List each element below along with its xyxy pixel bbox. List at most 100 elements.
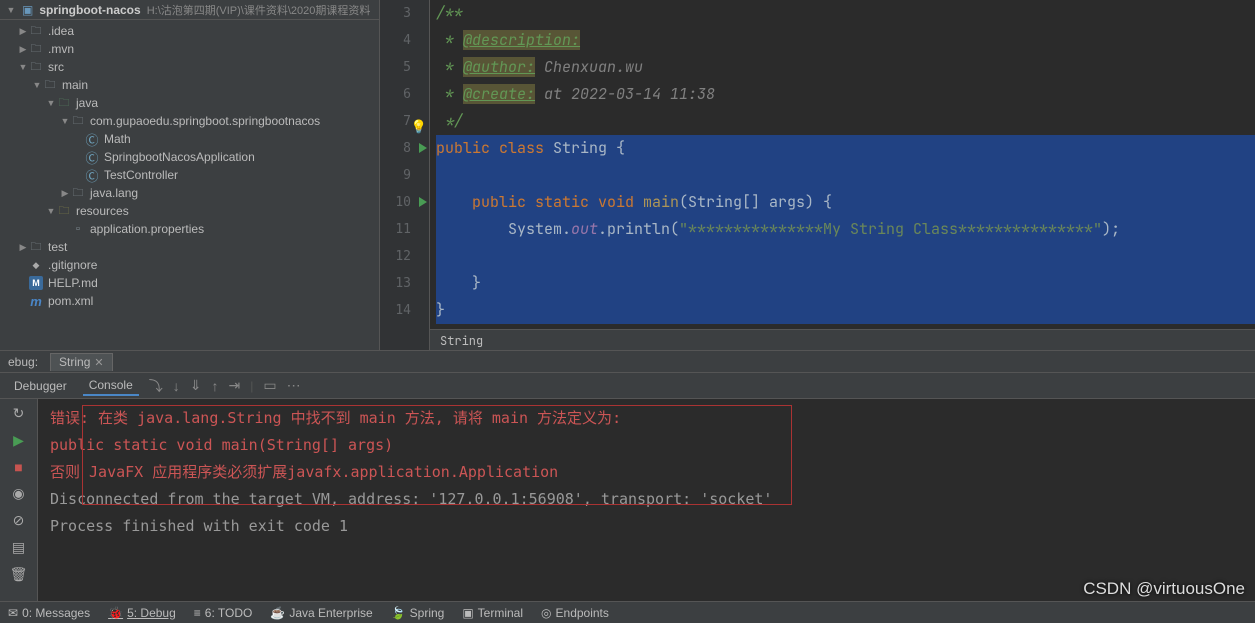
more-icon[interactable]: ⋯ bbox=[287, 377, 301, 394]
close-icon[interactable]: ✕ bbox=[94, 356, 103, 369]
system-prefix: System. bbox=[436, 219, 571, 239]
tree-item[interactable]: application.properties bbox=[0, 220, 379, 238]
step-out-icon[interactable]: ↑ bbox=[211, 378, 218, 394]
debugger-tab[interactable]: Debugger bbox=[8, 377, 73, 395]
folder-icon bbox=[28, 239, 44, 255]
line-number[interactable]: 14 bbox=[380, 297, 429, 324]
expand-arrow-icon[interactable]: ▶ bbox=[18, 242, 28, 253]
expand-arrow-icon[interactable]: ▼ bbox=[46, 206, 56, 216]
tree-item[interactable]: ▼src bbox=[0, 58, 379, 76]
tree-item[interactable]: ▶test bbox=[0, 238, 379, 256]
expand-arrow-icon[interactable]: ▼ bbox=[60, 116, 70, 126]
line-number[interactable]: 7💡 bbox=[380, 108, 429, 135]
class-icon bbox=[84, 149, 100, 165]
tree-item-label: SpringbootNacosApplication bbox=[104, 150, 255, 164]
resume-icon[interactable]: ▶ bbox=[13, 432, 24, 449]
err-line2: public static void main(String[] args) bbox=[50, 432, 1243, 459]
tree-item-label: Math bbox=[104, 132, 131, 146]
doc-create-tag: @create: bbox=[463, 84, 535, 104]
step-into-icon[interactable]: ↓ bbox=[173, 378, 180, 394]
err3d: javafx.application.Application bbox=[287, 463, 558, 481]
status-java-ee[interactable]: ☕ Java Enterprise bbox=[270, 606, 372, 620]
tree-item-label: .gitignore bbox=[48, 258, 97, 272]
layout-icon[interactable]: ▤ bbox=[12, 539, 25, 556]
project-root-arrow[interactable]: ▼ bbox=[6, 5, 16, 15]
status-terminal[interactable]: ▣ Terminal bbox=[462, 606, 523, 620]
debug-run-tab[interactable]: String ✕ bbox=[50, 353, 113, 371]
line-number[interactable]: 11 bbox=[380, 216, 429, 243]
tree-item[interactable]: ▼resources bbox=[0, 202, 379, 220]
project-header: ▼ ▣ springboot-nacos H:\沽泡第四期(VIP)\课件资料\… bbox=[0, 0, 379, 20]
tree-item[interactable]: Math bbox=[0, 130, 379, 148]
err3b: JavaFX bbox=[89, 463, 143, 481]
line-number[interactable]: 3 bbox=[380, 0, 429, 27]
tree-item[interactable]: .gitignore bbox=[0, 256, 379, 274]
code-editor[interactable]: /** * @description: * @author: Chenxuan.… bbox=[430, 0, 1255, 350]
tree-item[interactable]: ▼com.gupaoedu.springboot.springbootnacos bbox=[0, 112, 379, 130]
close-method: } bbox=[436, 273, 481, 293]
folder-icon bbox=[42, 77, 58, 93]
tree-item[interactable]: SpringbootNacosApplication bbox=[0, 148, 379, 166]
status-todo[interactable]: ≡ 6: TODO bbox=[194, 606, 253, 620]
debug-label: ebug: bbox=[8, 355, 38, 369]
line-number[interactable]: 4 bbox=[380, 27, 429, 54]
mute-breakpoints-icon[interactable]: ⊘ bbox=[13, 512, 25, 529]
expand-arrow-icon[interactable]: ▼ bbox=[18, 62, 28, 72]
kw-public-class: public class bbox=[436, 138, 553, 158]
project-tree[interactable]: ▶.idea▶.mvn▼src▼main▼java▼com.gupaoedu.s… bbox=[0, 20, 379, 350]
tree-item[interactable]: ▼java bbox=[0, 94, 379, 112]
tree-item-label: HELP.md bbox=[48, 276, 98, 290]
status-spring[interactable]: 🍃 Spring bbox=[391, 606, 445, 620]
rerun-icon[interactable]: ↻ bbox=[13, 405, 25, 422]
line-number[interactable]: 13 bbox=[380, 270, 429, 297]
trash-icon[interactable]: 🗑 bbox=[10, 566, 28, 583]
tree-item[interactable]: TestController bbox=[0, 166, 379, 184]
line-number[interactable]: 6 bbox=[380, 81, 429, 108]
tree-item[interactable]: ▶java.lang bbox=[0, 184, 379, 202]
line-number[interactable]: 5 bbox=[380, 54, 429, 81]
line-number[interactable]: 9 bbox=[380, 162, 429, 189]
view-breakpoints-icon[interactable]: ◉ bbox=[12, 485, 24, 502]
line-number[interactable]: 12 bbox=[380, 243, 429, 270]
tree-item[interactable]: HELP.md bbox=[0, 274, 379, 292]
line-number[interactable]: 10 bbox=[380, 189, 429, 216]
m-icon bbox=[28, 293, 44, 309]
status-bar: ✉ 0: Messages 🐞 5: Debug ≡ 6: TODO ☕ Jav… bbox=[0, 601, 1255, 623]
run-gutter-icon[interactable] bbox=[419, 197, 427, 207]
stop-icon[interactable]: ■ bbox=[14, 459, 22, 475]
tree-item[interactable]: ▶ .mvn bbox=[0, 40, 379, 58]
status-messages[interactable]: ✉ 0: Messages bbox=[8, 606, 90, 620]
tree-item-label: .mvn bbox=[48, 42, 74, 56]
pkg-icon bbox=[70, 185, 86, 201]
err-prefix: 错误: 在类 bbox=[50, 409, 137, 427]
tree-item[interactable]: ▼main bbox=[0, 76, 379, 94]
err3c: 应用程序类必须扩展 bbox=[143, 463, 287, 481]
run-to-cursor-icon[interactable]: ⇥ bbox=[228, 377, 240, 394]
console-tab[interactable]: Console bbox=[83, 376, 139, 396]
force-step-into-icon[interactable]: ⇓ bbox=[190, 377, 202, 394]
evaluate-icon[interactable]: ▭ bbox=[263, 377, 276, 394]
expand-arrow-icon[interactable]: ▶ bbox=[18, 26, 28, 37]
gutter[interactable]: 34567💡891011121314 bbox=[380, 0, 430, 350]
tree-item-label: application.properties bbox=[90, 222, 204, 236]
project-path: H:\沽泡第四期(VIP)\课件资料\2020期课程资料 bbox=[147, 2, 371, 18]
expand-arrow-icon[interactable]: ▶ bbox=[18, 44, 28, 55]
debug-header: ebug: String ✕ bbox=[0, 351, 1255, 373]
doc-create-val: at 2022-03-14 11:38 bbox=[544, 84, 715, 104]
expand-arrow-icon[interactable]: ▼ bbox=[46, 98, 56, 108]
line-number[interactable]: 8 bbox=[380, 135, 429, 162]
status-endpoints[interactable]: ◎ Endpoints bbox=[541, 606, 609, 620]
console-output[interactable]: 错误: 在类 java.lang.String 中找不到 main 方法, 请将… bbox=[38, 399, 1255, 601]
tree-item[interactable]: pom.xml bbox=[0, 292, 379, 310]
out-field: out bbox=[571, 219, 598, 239]
run-gutter-icon[interactable] bbox=[419, 143, 427, 153]
editor-breadcrumb[interactable]: String bbox=[430, 329, 1255, 351]
tree-item[interactable]: ▶.idea bbox=[0, 22, 379, 40]
expand-arrow-icon[interactable]: ▼ bbox=[32, 80, 42, 90]
status-debug[interactable]: 🐞 5: Debug bbox=[108, 606, 176, 620]
exit-line: Process finished with exit code 1 bbox=[50, 513, 1243, 540]
pkg-icon bbox=[70, 113, 86, 129]
expand-arrow-icon[interactable]: ▶ bbox=[60, 188, 70, 199]
step-over-icon[interactable]: ⤵ bbox=[149, 376, 163, 396]
project-name[interactable]: springboot-nacos bbox=[39, 3, 140, 17]
